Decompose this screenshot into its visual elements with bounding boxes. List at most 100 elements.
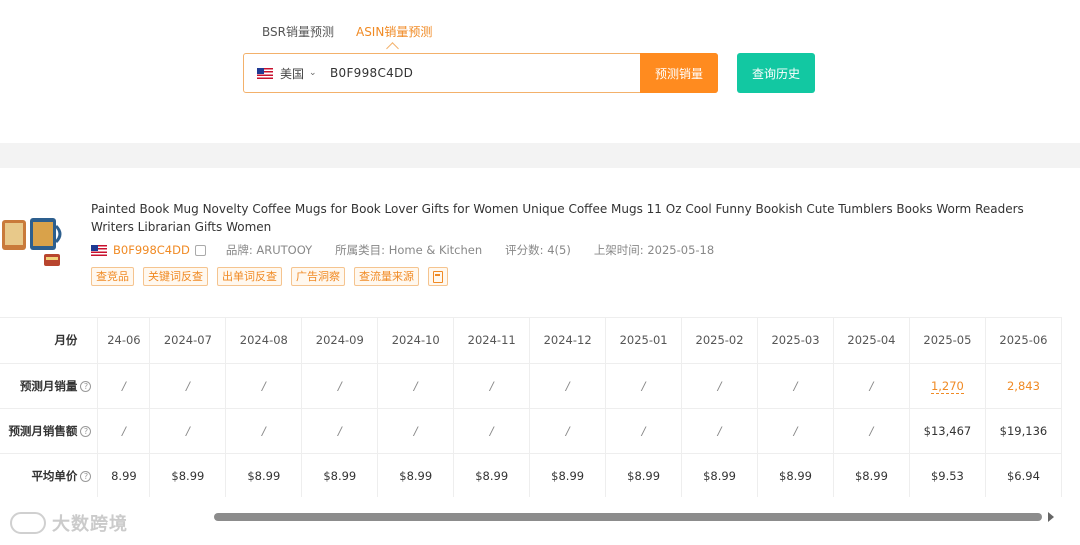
- month-cell: 2024-09: [301, 318, 379, 364]
- month-cell: 2024-10: [377, 318, 455, 364]
- search-section: BSR销量预测 ASIN销量预测 美国 ⌄ 预测销量 查询历史: [0, 0, 1080, 142]
- table-cell: /: [149, 408, 227, 454]
- row-label-text: 平均单价: [31, 468, 78, 483]
- table-cell: /: [833, 363, 910, 409]
- tab-asin-forecast[interactable]: ASIN销量预测: [356, 23, 432, 40]
- month-cell: 2024-07: [149, 318, 227, 364]
- table-header-row: 月份 24-06 2024-07 2024-08 2024-09 2024-10…: [0, 318, 1062, 364]
- help-icon[interactable]: ?: [80, 380, 92, 392]
- table-cell: /: [453, 408, 531, 454]
- table-cell: /: [833, 408, 910, 454]
- table-row: 预测月销量? / / / / / / / / / / / 1,270 2,843: [0, 363, 1062, 409]
- table-cell: /: [529, 363, 607, 409]
- product-category: 所属类目: Home & Kitchen: [335, 243, 483, 257]
- table-cell: $8.99: [453, 453, 531, 497]
- product-title[interactable]: Painted Book Mug Novelty Coffee Mugs for…: [91, 200, 1051, 236]
- table-row: 平均单价? 8.99 $8.99 $8.99 $8.99 $8.99 $8.99…: [0, 453, 1062, 497]
- table-cell: /: [529, 408, 607, 454]
- row-label-monthly-revenue: 预测月销售额?: [0, 408, 99, 454]
- product-meta: B0F998C4DD 品牌: ARUTOOY 所属类目: Home & Kitc…: [91, 242, 737, 258]
- asin-input[interactable]: [330, 58, 630, 88]
- table-cell: /: [605, 408, 683, 454]
- table-cell: /: [301, 408, 379, 454]
- table-cell: /: [757, 408, 834, 454]
- table-cell: $19,136: [985, 408, 1062, 454]
- table-cell: 2,843: [985, 363, 1062, 409]
- scrollbar-thumb[interactable]: [214, 513, 1042, 521]
- table-row: 预测月销售额? / / / / / / / / / / / $13,467 $1…: [0, 408, 1062, 454]
- sales-value-link[interactable]: 1,270: [930, 378, 964, 394]
- table-cell[interactable]: 1,270: [909, 363, 986, 409]
- help-icon[interactable]: ?: [80, 470, 92, 482]
- table-cell: $8.99: [301, 453, 379, 497]
- month-cell: 2024-08: [225, 318, 303, 364]
- table-cell: $8.99: [833, 453, 910, 497]
- tool-keyword-reverse-button[interactable]: 关键词反查: [143, 267, 208, 286]
- predict-sales-button[interactable]: 预测销量: [640, 53, 718, 93]
- month-cell: 2024-12: [529, 318, 607, 364]
- table-cell: $8.99: [377, 453, 455, 497]
- chevron-down-icon: ⌄: [309, 68, 317, 78]
- table-cell: $6.94: [985, 453, 1062, 497]
- external-link-icon[interactable]: [194, 244, 206, 256]
- month-cell: 2024-11: [453, 318, 531, 364]
- month-cell: 2025-04: [833, 318, 910, 364]
- tool-traffic-source-button[interactable]: 查流量来源: [354, 267, 419, 286]
- watermark-logo-icon: [10, 512, 46, 534]
- table-cell: $8.99: [529, 453, 607, 497]
- us-flag-icon: [91, 244, 107, 256]
- table-cell: $8.99: [605, 453, 683, 497]
- table-cell: /: [301, 363, 379, 409]
- table-cell: $13,467: [909, 408, 986, 454]
- product-image[interactable]: [0, 214, 64, 270]
- month-cell: 2025-01: [605, 318, 683, 364]
- table-cell: /: [605, 363, 683, 409]
- horizontal-scrollbar[interactable]: [0, 508, 1080, 526]
- month-header: 月份: [0, 318, 99, 364]
- product-listed-date: 上架时间: 2025-05-18: [593, 243, 715, 257]
- table-cell: $9.53: [909, 453, 986, 497]
- table-cell: /: [377, 363, 455, 409]
- month-cell: 2025-03: [757, 318, 834, 364]
- watermark: 大数跨境: [10, 510, 128, 536]
- asin-search-bar: 美国 ⌄ 预测销量: [243, 53, 718, 93]
- product-asin[interactable]: B0F998C4DD: [113, 243, 190, 257]
- row-label-monthly-sales: 预测月销量?: [0, 363, 99, 409]
- country-label: 美国: [280, 66, 305, 81]
- month-cell: 2025-05: [909, 318, 986, 364]
- table-cell: /: [225, 408, 303, 454]
- calculator-button[interactable]: [428, 267, 448, 286]
- table-cell: /: [757, 363, 834, 409]
- tab-bsr-forecast[interactable]: BSR销量预测: [262, 23, 334, 40]
- forecast-table: 月份 24-06 2024-07 2024-08 2024-09 2024-10…: [0, 317, 1062, 497]
- table-cell: $8.99: [149, 453, 227, 497]
- row-label-text: 预测月销售额: [8, 423, 78, 438]
- tool-order-keyword-button[interactable]: 出单词反查: [217, 267, 282, 286]
- table-cell: $8.99: [225, 453, 303, 497]
- product-rating: 评分数: 4(5): [505, 243, 571, 257]
- table-cell: /: [681, 408, 759, 454]
- table-cell: $8.99: [681, 453, 759, 497]
- scroll-right-arrow-icon[interactable]: [1048, 512, 1054, 522]
- tool-ad-insight-button[interactable]: 广告洞察: [291, 267, 345, 286]
- table-cell: /: [97, 363, 151, 409]
- table-cell: /: [97, 408, 151, 454]
- row-label-text: 预测月销量: [19, 378, 78, 393]
- table-cell: 8.99: [97, 453, 151, 497]
- table-cell: $8.99: [757, 453, 834, 497]
- tool-competitor-button[interactable]: 查竞品: [91, 267, 134, 286]
- month-cell: 2025-02: [681, 318, 759, 364]
- country-selector[interactable]: 美国 ⌄: [244, 65, 330, 82]
- query-history-button[interactable]: 查询历史: [737, 53, 815, 93]
- table-cell: /: [681, 363, 759, 409]
- search-tabs: BSR销量预测 ASIN销量预测: [262, 23, 432, 40]
- help-icon[interactable]: ?: [80, 425, 92, 437]
- table-cell: /: [149, 363, 227, 409]
- table-cell: /: [225, 363, 303, 409]
- row-label-avg-price: 平均单价?: [0, 453, 99, 497]
- watermark-text: 大数跨境: [52, 514, 128, 535]
- month-cell: 2025-06: [985, 318, 1062, 364]
- table-cell: /: [453, 363, 531, 409]
- product-brand: 品牌: ARUTOOY: [225, 243, 313, 257]
- section-divider: [0, 143, 1080, 168]
